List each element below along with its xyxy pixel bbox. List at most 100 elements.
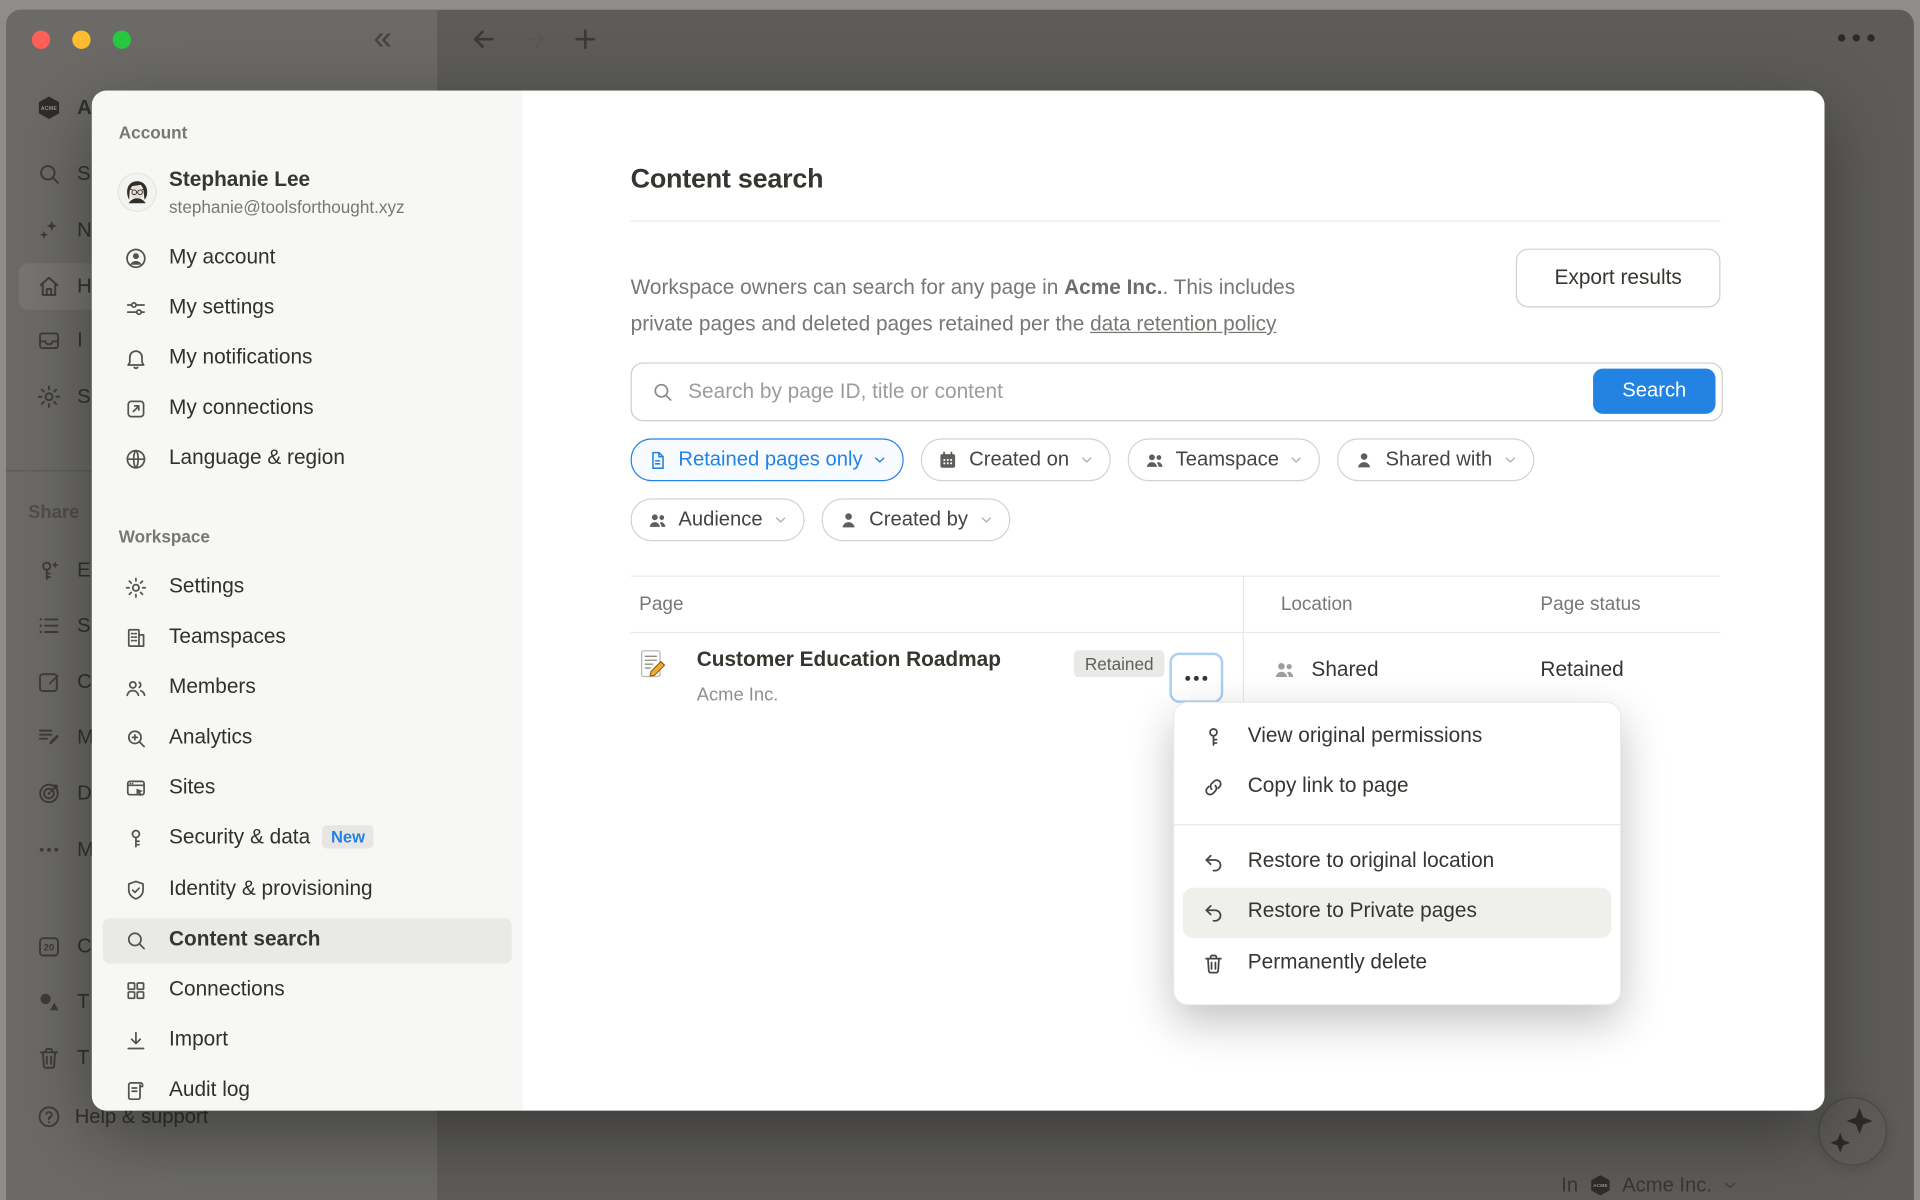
retained-badge: Retained <box>1074 650 1165 677</box>
column-header-page: Page <box>639 594 683 616</box>
new-tab-plus-icon <box>571 24 600 53</box>
data-retention-policy-link[interactable]: data retention policy <box>1090 312 1276 335</box>
menu-item-restore-original-location[interactable]: Restore to original location <box>1174 838 1620 888</box>
settings-modal: Account Stephanie Lee stephanie@toolsfor… <box>92 91 1825 1111</box>
sidebar-item-language-region[interactable]: Language & region <box>92 435 523 485</box>
user-email: stephanie@toolsforthought.xyz <box>169 197 405 217</box>
trash-icon <box>36 1044 63 1071</box>
sidebar-item-settings[interactable]: Settings <box>92 563 523 613</box>
new-badge: New <box>322 825 373 848</box>
download-icon <box>124 1029 148 1053</box>
chevron-down-icon <box>772 512 788 528</box>
sidebar-item-audit-log[interactable]: Audit log <box>92 1067 523 1111</box>
location-cell: Shared <box>1272 658 1378 682</box>
question-icon <box>36 1103 63 1130</box>
sidebar-item-my-account[interactable]: My account <box>92 234 523 284</box>
chevron-down-icon <box>1722 1177 1739 1194</box>
window-zoom-button[interactable] <box>113 31 131 49</box>
page-file-icon <box>647 449 669 471</box>
user-name: Stephanie Lee <box>169 168 310 192</box>
trash-icon <box>1201 951 1225 975</box>
building-icon <box>124 626 148 650</box>
bg-share-section-label: Share <box>28 502 79 523</box>
ai-sparkle-fab <box>1818 1097 1887 1166</box>
sidebar-user-row[interactable]: Stephanie Lee stephanie@toolsforthought.… <box>92 159 523 228</box>
filter-created-on[interactable]: Created on <box>921 438 1110 481</box>
window-close-button[interactable] <box>32 31 50 49</box>
chevron-down-icon <box>1502 452 1518 468</box>
search-icon <box>124 928 148 952</box>
chevron-down-icon <box>1289 452 1305 468</box>
page-title: Content search <box>631 163 824 195</box>
magnifier-plus-icon <box>124 726 148 750</box>
pin-icon <box>604 1173 971 1200</box>
filter-created-by[interactable]: Created by <box>821 498 1009 541</box>
table-top-divider <box>631 576 1721 577</box>
menu-item-copy-link[interactable]: Copy link to page <box>1174 763 1620 813</box>
row-context-menu: View original permissions Copy link to p… <box>1173 702 1621 1006</box>
sidebar-item-security-data[interactable]: Security & dataNew <box>92 814 523 864</box>
trending-icon <box>1221 1173 1588 1200</box>
settings-sidebar: Account Stephanie Lee stephanie@toolsfor… <box>92 91 524 1111</box>
inbox-icon <box>36 327 63 354</box>
compose-icon <box>36 669 63 696</box>
arrow-out-box-icon <box>124 397 148 421</box>
svg-text:ACME: ACME <box>1593 1183 1608 1188</box>
bg-suggested-tab: Suggested for you <box>604 1173 1145 1200</box>
content-search-panel: Content search Workspace owners can sear… <box>523 91 1825 1111</box>
row-more-options-button[interactable] <box>1169 653 1223 703</box>
restore-arrow-icon <box>1201 900 1225 924</box>
sidebar-item-content-search[interactable]: Content search <box>92 916 523 966</box>
column-header-location: Location <box>1281 594 1353 616</box>
chevron-down-icon <box>1079 452 1095 468</box>
menu-item-permanently-delete[interactable]: Permanently delete <box>1174 939 1620 989</box>
restore-arrow-icon <box>1201 850 1225 874</box>
acme-logo-icon: ACME <box>1588 1173 1612 1197</box>
key-sparkle-icon <box>36 557 63 584</box>
search-icon <box>36 160 63 187</box>
sidebar-item-sites[interactable]: Sites <box>92 764 523 814</box>
table-header-divider <box>631 632 1721 633</box>
description-text: Workspace owners can search for any page… <box>631 269 1513 342</box>
filter-teamspace[interactable]: Teamspace <box>1128 438 1321 481</box>
calendar-icon: 20 <box>36 933 63 960</box>
sidebar-item-import[interactable]: Import <box>92 1016 523 1066</box>
sidebar-item-teamspaces[interactable]: Teamspaces <box>92 613 523 663</box>
sidebar-item-my-settings[interactable]: My settings <box>92 284 523 334</box>
globe-icon <box>124 447 148 471</box>
ellipsis-icon <box>36 836 63 863</box>
content-search-bar: Search <box>631 362 1723 421</box>
person-icon <box>1354 449 1376 471</box>
sidebar-item-my-connections[interactable]: My connections <box>92 384 523 434</box>
filter-shared-with[interactable]: Shared with <box>1338 438 1534 481</box>
filter-row-1: Retained pages only Created on Teamspace… <box>631 438 1534 481</box>
sidebar-item-my-notifications[interactable]: My notifications <box>92 334 523 384</box>
sidebar-item-members[interactable]: Members <box>92 664 523 714</box>
gear-icon <box>124 576 148 600</box>
sliders-icon <box>124 296 148 320</box>
search-button[interactable]: Search <box>1593 369 1715 414</box>
window-more-options-icon <box>1838 34 1875 41</box>
export-results-button[interactable]: Export results <box>1516 249 1720 308</box>
chevron-down-icon <box>872 452 888 468</box>
search-icon <box>650 380 674 404</box>
menu-item-view-original-permissions[interactable]: View original permissions <box>1174 713 1620 763</box>
search-input[interactable] <box>686 364 1548 420</box>
forward-arrow-icon <box>520 24 549 53</box>
filter-retained-pages-only[interactable]: Retained pages only <box>631 438 905 481</box>
menu-item-restore-private-pages[interactable]: Restore to Private pages <box>1174 888 1620 938</box>
page-workspace-subtitle: Acme Inc. <box>697 684 779 705</box>
sidebar-item-identity-provisioning[interactable]: Identity & provisioning <box>92 866 523 916</box>
window-minimize-button[interactable] <box>72 31 90 49</box>
workspace-section-label: Workspace <box>119 527 210 547</box>
person-circle-icon <box>124 246 148 270</box>
shapes-icon <box>36 988 63 1015</box>
sidebar-item-analytics[interactable]: Analytics <box>92 714 523 764</box>
filter-row-2: Audience Created by <box>631 498 1010 541</box>
filter-audience[interactable]: Audience <box>631 498 805 541</box>
workspace-name-bold: Acme Inc. <box>1064 276 1162 299</box>
person-icon <box>837 509 859 531</box>
sparkles-icon <box>36 217 63 244</box>
title-divider <box>631 220 1721 221</box>
sidebar-item-connections[interactable]: Connections <box>92 966 523 1016</box>
